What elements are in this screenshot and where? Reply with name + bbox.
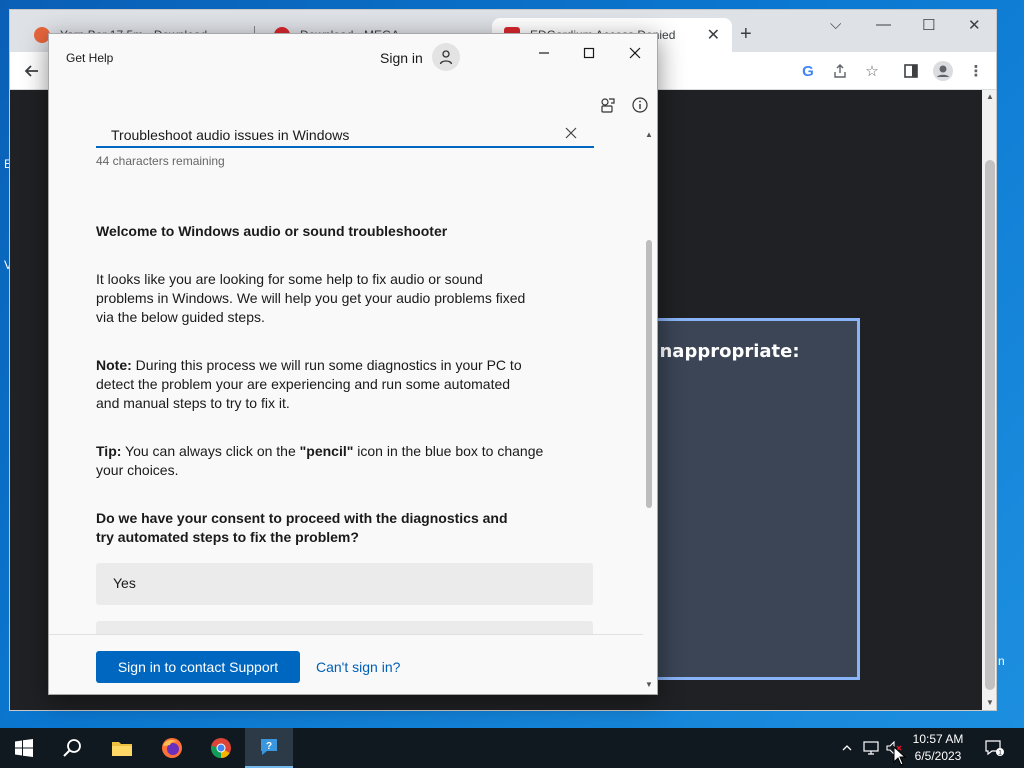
- notification-count: 1: [998, 750, 1002, 757]
- info-icon[interactable]: [630, 95, 650, 115]
- show-hidden-icons-icon[interactable]: [838, 728, 856, 768]
- google-icon[interactable]: G: [797, 60, 819, 82]
- get-help-icon[interactable]: ?: [245, 728, 293, 768]
- get-help-window: Get Help Sign in ▲ ▼ 44 characters: [48, 33, 658, 695]
- app-title: Get Help: [66, 51, 114, 65]
- tab-close-icon[interactable]: ✕: [707, 25, 720, 45]
- scrollbar-thumb[interactable]: [646, 240, 652, 508]
- search-icon[interactable]: [48, 728, 96, 768]
- note-text: During this process we will run some dia…: [96, 357, 522, 411]
- query-box[interactable]: [96, 126, 594, 148]
- menu-icon[interactable]: ⋮: [965, 60, 987, 82]
- feedback-icon[interactable]: [597, 95, 617, 115]
- system-clock[interactable]: 10:57 AM 6/5/2023: [908, 731, 968, 765]
- start-icon[interactable]: [0, 728, 48, 768]
- characters-remaining: 44 characters remaining: [96, 154, 225, 168]
- footer: Sign in to contact Support Can't sign in…: [49, 634, 643, 694]
- tip-label: Tip:: [96, 443, 122, 459]
- maximize-icon[interactable]: [574, 42, 604, 64]
- title-bar: Get Help Sign in: [49, 34, 657, 82]
- close-icon[interactable]: ✕: [968, 16, 981, 34]
- account-icon[interactable]: [432, 43, 460, 71]
- clear-icon[interactable]: [560, 126, 582, 144]
- conversation-scrollbar[interactable]: ▲ ▼: [643, 128, 655, 694]
- tab-search-icon[interactable]: ⌵: [830, 16, 841, 33]
- choice-yes-button[interactable]: Yes: [96, 563, 593, 605]
- choice-no-button[interactable]: No: [96, 621, 593, 634]
- back-icon[interactable]: [21, 60, 43, 82]
- mouse-cursor-icon: [893, 746, 907, 766]
- tip-pencil: "pencil": [299, 443, 354, 459]
- scrollbar-thumb[interactable]: [985, 160, 995, 690]
- scroll-down-icon[interactable]: ▼: [986, 698, 994, 707]
- file-explorer-icon[interactable]: [98, 728, 146, 768]
- note-paragraph: Note: During this process we will run so…: [96, 356, 566, 413]
- minimize-icon[interactable]: —: [876, 16, 891, 33]
- desktop-label-fragment: n: [998, 654, 1005, 668]
- query-input[interactable]: [111, 126, 551, 146]
- new-tab-icon[interactable]: +: [740, 24, 752, 44]
- clock-time: 10:57 AM: [912, 732, 964, 746]
- taskbar: ? 10:57 AM 6/5/2023 1: [0, 728, 1024, 768]
- share-icon[interactable]: [829, 60, 851, 82]
- chrome-icon[interactable]: [197, 728, 245, 768]
- page-scrollbar[interactable]: ▲ ▼: [982, 90, 996, 710]
- conversation-area: 44 characters remaining Welcome to Windo…: [49, 126, 643, 634]
- clock-date: 6/5/2023: [914, 749, 962, 763]
- sign-in-support-button[interactable]: Sign in to contact Support: [96, 651, 300, 683]
- consent-question: Do we have your consent to proceed with …: [96, 510, 508, 545]
- svg-text:?: ?: [266, 741, 272, 752]
- intro-text: It looks like you are looking for some h…: [96, 271, 526, 325]
- firefox-icon[interactable]: [148, 728, 196, 768]
- tip-paragraph: Tip: You can always click on the "pencil…: [96, 442, 566, 480]
- cant-sign-in-link[interactable]: Can't sign in?: [316, 659, 400, 675]
- profile-icon[interactable]: [932, 60, 954, 82]
- note-label: Note:: [96, 357, 132, 373]
- close-icon[interactable]: [620, 42, 650, 64]
- maximize-icon[interactable]: ☐: [922, 16, 935, 34]
- sidepanel-icon[interactable]: [900, 60, 922, 82]
- minimize-icon[interactable]: [529, 42, 559, 64]
- troubleshooter-heading: Welcome to Windows audio or sound troubl…: [96, 223, 448, 239]
- star-icon[interactable]: ☆: [861, 60, 883, 82]
- scroll-up-icon[interactable]: ▲: [986, 92, 994, 101]
- scroll-up-icon[interactable]: ▲: [645, 130, 653, 139]
- scroll-down-icon[interactable]: ▼: [645, 680, 653, 689]
- notification-center-icon[interactable]: 1: [980, 728, 1008, 768]
- tip-text: You can always click on the: [121, 443, 300, 459]
- network-icon[interactable]: [860, 728, 882, 768]
- sign-in-label[interactable]: Sign in: [380, 50, 423, 66]
